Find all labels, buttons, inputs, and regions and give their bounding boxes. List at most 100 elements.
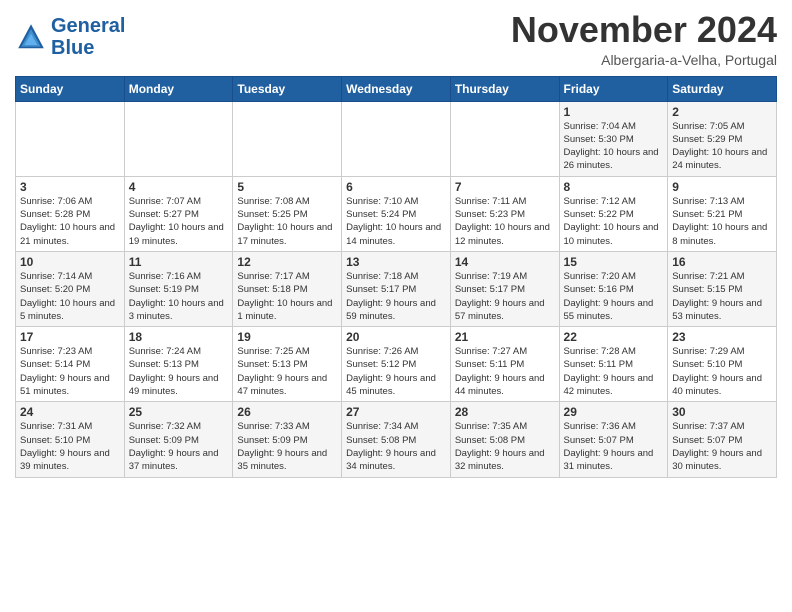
day-number: 22 (564, 330, 664, 344)
calendar-cell: 9Sunrise: 7:13 AM Sunset: 5:21 PM Daylig… (668, 176, 777, 251)
weekday-header-friday: Friday (559, 76, 668, 101)
day-info: Sunrise: 7:25 AM Sunset: 5:13 PM Dayligh… (237, 345, 337, 398)
day-info: Sunrise: 7:34 AM Sunset: 5:08 PM Dayligh… (346, 420, 446, 473)
day-info: Sunrise: 7:17 AM Sunset: 5:18 PM Dayligh… (237, 270, 337, 323)
day-info: Sunrise: 7:24 AM Sunset: 5:13 PM Dayligh… (129, 345, 229, 398)
day-number: 27 (346, 405, 446, 419)
day-number: 21 (455, 330, 555, 344)
calendar-cell: 1Sunrise: 7:04 AM Sunset: 5:30 PM Daylig… (559, 101, 668, 176)
day-number: 6 (346, 180, 446, 194)
header: General Blue November 2024 Albergaria-a-… (15, 10, 777, 68)
calendar-cell: 11Sunrise: 7:16 AM Sunset: 5:19 PM Dayli… (124, 251, 233, 326)
day-number: 2 (672, 105, 772, 119)
logo-line2: Blue (51, 37, 94, 59)
day-number: 7 (455, 180, 555, 194)
logo: General Blue (15, 15, 125, 59)
title-block: November 2024 Albergaria-a-Velha, Portug… (511, 10, 777, 68)
logo-text: General Blue (51, 15, 125, 59)
calendar-cell: 19Sunrise: 7:25 AM Sunset: 5:13 PM Dayli… (233, 327, 342, 402)
day-info: Sunrise: 7:06 AM Sunset: 5:28 PM Dayligh… (20, 195, 120, 248)
calendar-cell: 28Sunrise: 7:35 AM Sunset: 5:08 PM Dayli… (450, 402, 559, 477)
day-number: 13 (346, 255, 446, 269)
calendar-cell (16, 101, 125, 176)
calendar-cell: 25Sunrise: 7:32 AM Sunset: 5:09 PM Dayli… (124, 402, 233, 477)
calendar-cell: 17Sunrise: 7:23 AM Sunset: 5:14 PM Dayli… (16, 327, 125, 402)
day-number: 1 (564, 105, 664, 119)
day-number: 5 (237, 180, 337, 194)
day-number: 30 (672, 405, 772, 419)
calendar-cell: 26Sunrise: 7:33 AM Sunset: 5:09 PM Dayli… (233, 402, 342, 477)
day-number: 25 (129, 405, 229, 419)
calendar-cell: 5Sunrise: 7:08 AM Sunset: 5:25 PM Daylig… (233, 176, 342, 251)
day-number: 15 (564, 255, 664, 269)
day-info: Sunrise: 7:10 AM Sunset: 5:24 PM Dayligh… (346, 195, 446, 248)
day-number: 26 (237, 405, 337, 419)
day-number: 23 (672, 330, 772, 344)
day-info: Sunrise: 7:29 AM Sunset: 5:10 PM Dayligh… (672, 345, 772, 398)
calendar-cell (233, 101, 342, 176)
weekday-header-sunday: Sunday (16, 76, 125, 101)
calendar-cell: 4Sunrise: 7:07 AM Sunset: 5:27 PM Daylig… (124, 176, 233, 251)
calendar-cell: 13Sunrise: 7:18 AM Sunset: 5:17 PM Dayli… (342, 251, 451, 326)
day-number: 14 (455, 255, 555, 269)
day-info: Sunrise: 7:19 AM Sunset: 5:17 PM Dayligh… (455, 270, 555, 323)
calendar-week-1: 1Sunrise: 7:04 AM Sunset: 5:30 PM Daylig… (16, 101, 777, 176)
day-number: 17 (20, 330, 120, 344)
day-info: Sunrise: 7:36 AM Sunset: 5:07 PM Dayligh… (564, 420, 664, 473)
day-number: 16 (672, 255, 772, 269)
day-number: 24 (20, 405, 120, 419)
calendar-header: SundayMondayTuesdayWednesdayThursdayFrid… (16, 76, 777, 101)
day-info: Sunrise: 7:31 AM Sunset: 5:10 PM Dayligh… (20, 420, 120, 473)
day-info: Sunrise: 7:07 AM Sunset: 5:27 PM Dayligh… (129, 195, 229, 248)
day-number: 3 (20, 180, 120, 194)
day-info: Sunrise: 7:20 AM Sunset: 5:16 PM Dayligh… (564, 270, 664, 323)
calendar-cell: 15Sunrise: 7:20 AM Sunset: 5:16 PM Dayli… (559, 251, 668, 326)
calendar-cell: 23Sunrise: 7:29 AM Sunset: 5:10 PM Dayli… (668, 327, 777, 402)
day-info: Sunrise: 7:32 AM Sunset: 5:09 PM Dayligh… (129, 420, 229, 473)
month-title: November 2024 (511, 10, 777, 50)
calendar-cell (124, 101, 233, 176)
page: General Blue November 2024 Albergaria-a-… (0, 0, 792, 488)
weekday-header-saturday: Saturday (668, 76, 777, 101)
calendar-cell: 14Sunrise: 7:19 AM Sunset: 5:17 PM Dayli… (450, 251, 559, 326)
day-number: 12 (237, 255, 337, 269)
day-number: 29 (564, 405, 664, 419)
day-info: Sunrise: 7:33 AM Sunset: 5:09 PM Dayligh… (237, 420, 337, 473)
day-number: 9 (672, 180, 772, 194)
day-info: Sunrise: 7:21 AM Sunset: 5:15 PM Dayligh… (672, 270, 772, 323)
weekday-header-wednesday: Wednesday (342, 76, 451, 101)
day-number: 8 (564, 180, 664, 194)
day-info: Sunrise: 7:13 AM Sunset: 5:21 PM Dayligh… (672, 195, 772, 248)
day-info: Sunrise: 7:26 AM Sunset: 5:12 PM Dayligh… (346, 345, 446, 398)
day-info: Sunrise: 7:16 AM Sunset: 5:19 PM Dayligh… (129, 270, 229, 323)
calendar-cell (342, 101, 451, 176)
calendar-cell: 21Sunrise: 7:27 AM Sunset: 5:11 PM Dayli… (450, 327, 559, 402)
logo-icon (15, 21, 47, 53)
calendar-cell: 18Sunrise: 7:24 AM Sunset: 5:13 PM Dayli… (124, 327, 233, 402)
calendar-week-2: 3Sunrise: 7:06 AM Sunset: 5:28 PM Daylig… (16, 176, 777, 251)
calendar-cell: 7Sunrise: 7:11 AM Sunset: 5:23 PM Daylig… (450, 176, 559, 251)
calendar-cell: 27Sunrise: 7:34 AM Sunset: 5:08 PM Dayli… (342, 402, 451, 477)
day-number: 19 (237, 330, 337, 344)
day-info: Sunrise: 7:18 AM Sunset: 5:17 PM Dayligh… (346, 270, 446, 323)
day-number: 28 (455, 405, 555, 419)
day-info: Sunrise: 7:08 AM Sunset: 5:25 PM Dayligh… (237, 195, 337, 248)
weekday-header-row: SundayMondayTuesdayWednesdayThursdayFrid… (16, 76, 777, 101)
day-info: Sunrise: 7:14 AM Sunset: 5:20 PM Dayligh… (20, 270, 120, 323)
location-subtitle: Albergaria-a-Velha, Portugal (511, 52, 777, 68)
calendar-cell: 29Sunrise: 7:36 AM Sunset: 5:07 PM Dayli… (559, 402, 668, 477)
weekday-header-monday: Monday (124, 76, 233, 101)
calendar-table: SundayMondayTuesdayWednesdayThursdayFrid… (15, 76, 777, 478)
calendar-cell: 16Sunrise: 7:21 AM Sunset: 5:15 PM Dayli… (668, 251, 777, 326)
day-info: Sunrise: 7:04 AM Sunset: 5:30 PM Dayligh… (564, 120, 664, 173)
weekday-header-tuesday: Tuesday (233, 76, 342, 101)
day-number: 11 (129, 255, 229, 269)
day-info: Sunrise: 7:11 AM Sunset: 5:23 PM Dayligh… (455, 195, 555, 248)
calendar-week-5: 24Sunrise: 7:31 AM Sunset: 5:10 PM Dayli… (16, 402, 777, 477)
day-number: 10 (20, 255, 120, 269)
calendar-cell: 24Sunrise: 7:31 AM Sunset: 5:10 PM Dayli… (16, 402, 125, 477)
day-number: 4 (129, 180, 229, 194)
calendar-cell: 3Sunrise: 7:06 AM Sunset: 5:28 PM Daylig… (16, 176, 125, 251)
calendar-cell: 12Sunrise: 7:17 AM Sunset: 5:18 PM Dayli… (233, 251, 342, 326)
day-info: Sunrise: 7:23 AM Sunset: 5:14 PM Dayligh… (20, 345, 120, 398)
